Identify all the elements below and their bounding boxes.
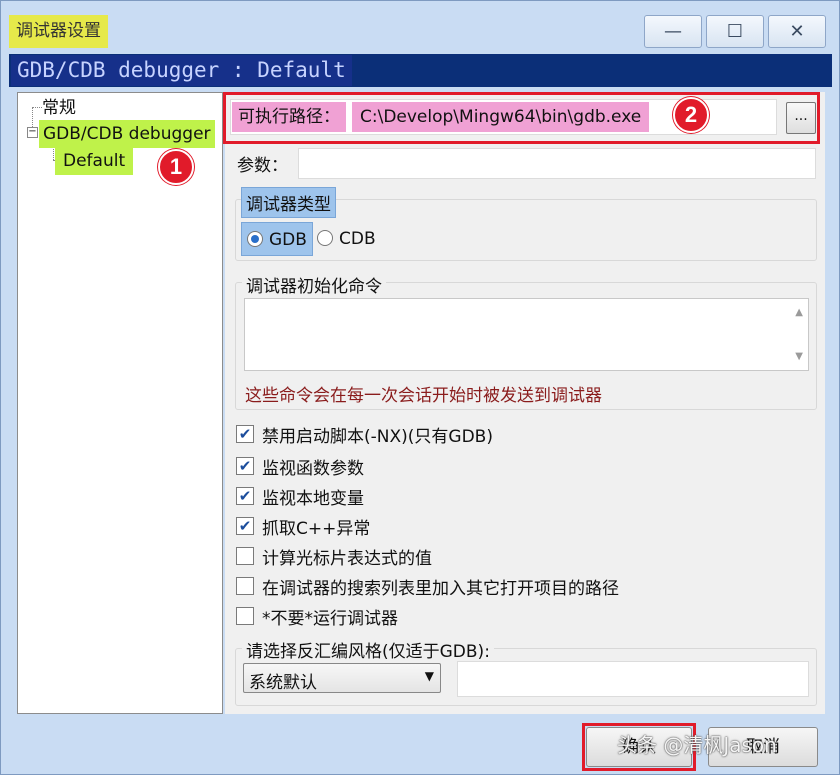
tree-item-label: 常规 bbox=[42, 98, 76, 118]
chevron-down-icon: ▼ bbox=[424, 669, 434, 683]
checkbox-icon[interactable] bbox=[236, 547, 254, 565]
maximize-icon: ☐ bbox=[726, 21, 744, 42]
settings-tree[interactable]: − 常规 GDB/CDB debugger Default bbox=[17, 92, 223, 714]
radio-cdb-label: CDB bbox=[339, 229, 376, 249]
radio-gdb-icon bbox=[247, 231, 263, 247]
tree-connector bbox=[32, 107, 42, 108]
checkbox-icon[interactable]: ✔ bbox=[236, 425, 254, 443]
init-commands-textarea[interactable]: ▲ ▼ bbox=[244, 298, 809, 371]
init-commands-hint: 这些命令会在每一次会话开始时被发送到调试器 bbox=[245, 386, 602, 406]
tree-item-general[interactable]: 常规 bbox=[42, 94, 76, 122]
checkbox-label: 计算光标片表达式的值 bbox=[262, 549, 432, 569]
scroll-down-icon[interactable]: ▼ bbox=[795, 351, 803, 362]
radio-gdb[interactable]: GDB bbox=[241, 222, 313, 256]
maximize-button[interactable]: ☐ bbox=[706, 15, 764, 48]
radio-gdb-label: GDB bbox=[269, 230, 307, 250]
tree-item-label: GDB/CDB debugger bbox=[43, 124, 211, 144]
checkbox-icon[interactable]: ✔ bbox=[236, 517, 254, 535]
page-title: GDB/CDB debugger : Default bbox=[11, 55, 352, 86]
radio-cdb-icon bbox=[317, 230, 333, 246]
close-button[interactable]: ✕ bbox=[768, 15, 826, 48]
window-title: 调试器设置 bbox=[9, 15, 108, 48]
minimize-button[interactable]: — bbox=[644, 15, 702, 48]
disasm-label: 请选择反汇编风格(仅适于GDB): bbox=[242, 637, 494, 662]
checkbox-icon[interactable]: ✔ bbox=[236, 457, 254, 475]
tree-item-label: Default bbox=[63, 151, 126, 171]
annotation-box-path bbox=[223, 92, 820, 144]
debugger-type-label: 调试器类型 bbox=[241, 187, 336, 218]
checkbox-label: 抓取C++异常 bbox=[262, 519, 371, 539]
scroll-up-icon[interactable]: ▲ bbox=[795, 307, 803, 318]
radio-cdb[interactable]: CDB bbox=[317, 222, 376, 256]
init-commands-label: 调试器初始化命令 bbox=[242, 272, 386, 297]
disasm-select[interactable]: 系统默认 ▼ bbox=[243, 663, 441, 693]
disasm-selected-value: 系统默认 bbox=[249, 673, 317, 693]
close-icon: ✕ bbox=[789, 21, 805, 42]
checkbox-label: 监视函数参数 bbox=[262, 459, 364, 479]
checkbox-icon[interactable] bbox=[236, 607, 254, 625]
checkbox-label: 在调试器的搜索列表里加入其它打开项目的路径 bbox=[262, 579, 619, 599]
watermark: 头条 @清枫Jason bbox=[617, 733, 777, 757]
tree-item-default[interactable]: Default bbox=[55, 147, 134, 175]
tree-item-gdb-cdb-debugger[interactable]: GDB/CDB debugger bbox=[39, 120, 215, 148]
args-label: 参数： bbox=[237, 156, 288, 176]
annotation-badge-1: 1 bbox=[158, 149, 194, 185]
debugger-settings-window: 调试器设置 — ☐ ✕ GDB/CDB debugger : Default −… bbox=[0, 0, 840, 775]
collapse-icon[interactable]: − bbox=[27, 127, 38, 138]
checkbox-icon[interactable]: ✔ bbox=[236, 487, 254, 505]
checkbox-label: 禁用启动脚本(-NX)(只有GDB) bbox=[262, 427, 493, 447]
disasm-extra-input[interactable] bbox=[457, 661, 809, 697]
args-input[interactable] bbox=[298, 148, 816, 179]
minimize-icon: — bbox=[664, 21, 682, 42]
checkbox-label: *不要*运行调试器 bbox=[262, 609, 398, 629]
checkbox-label: 监视本地变量 bbox=[262, 489, 364, 509]
checkbox-icon[interactable] bbox=[236, 577, 254, 595]
